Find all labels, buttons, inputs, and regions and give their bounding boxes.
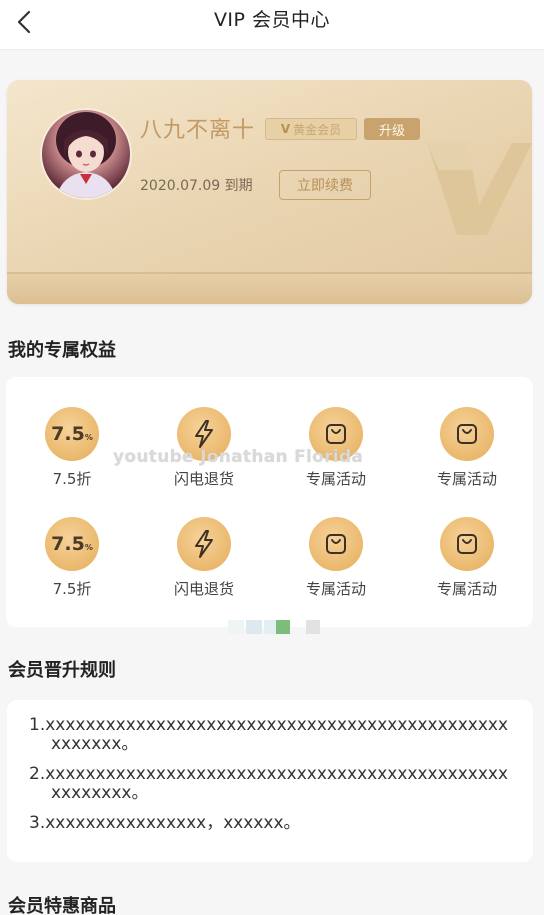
rule-item: 2.xxxxxxxxxxxxxxxxxxxxxxxxxxxxxxxxxxxxxx… — [29, 764, 509, 803]
membership-level-badge: V 黄金会员 — [265, 118, 357, 140]
discount-unit: % — [84, 543, 93, 552]
avatar[interactable] — [40, 108, 132, 200]
benefit-label: 7.5折 — [52, 580, 92, 598]
upgrade-button[interactable]: 升级 — [364, 118, 420, 140]
benefit-label: 7.5折 — [52, 470, 92, 488]
discount-value: 7.5 — [51, 423, 85, 445]
benefit-item-discount[interactable]: 7.5% 7.5折 — [22, 407, 122, 497]
products-section-title: 会员特惠商品 — [8, 896, 116, 915]
avatar-illustration-icon — [56, 112, 116, 198]
benefit-label: 闪电退货 — [173, 580, 234, 598]
lightning-icon — [177, 517, 231, 571]
benefit-label: 专属活动 — [436, 580, 497, 598]
benefit-label: 专属活动 — [436, 470, 497, 488]
benefit-label: 闪电退货 — [173, 470, 234, 488]
rules-card: 1.xxxxxxxxxxxxxxxxxxxxxxxxxxxxxxxxxxxxxx… — [7, 700, 533, 862]
v-badge-icon: V — [280, 122, 291, 136]
vip-v-watermark-icon — [427, 143, 532, 235]
back-arrow-icon — [17, 10, 31, 34]
shopping-bag-icon — [440, 517, 494, 571]
benefits-card: 7.5% 7.5折 闪电退货 专属活动 专属活动 7.5% 7.5折 闪电退货 — [6, 377, 533, 627]
vip-membership-card: 八九不离十 V 黄金会员 升级 2020.07.09 到期 立即续费 — [7, 80, 532, 304]
benefit-item-fast-return[interactable]: 闪电退货 — [154, 517, 254, 607]
membership-level-label: 黄金会员 — [293, 122, 342, 137]
card-footer-strip — [7, 274, 532, 304]
rule-item: 3.xxxxxxxxxxxxxxxx，xxxxxx。 — [29, 813, 301, 833]
discount-unit: % — [84, 433, 93, 442]
shopping-bag-icon — [440, 407, 494, 461]
benefit-item-fast-return[interactable]: 闪电退货 — [154, 407, 254, 497]
benefit-label: 专属活动 — [305, 470, 366, 488]
shopping-bag-icon — [309, 407, 363, 461]
lightning-icon — [177, 407, 231, 461]
username: 八九不离十 — [140, 118, 256, 143]
renew-button[interactable]: 立即续费 — [279, 170, 371, 200]
benefit-item-exclusive-activity[interactable]: 专属活动 — [417, 407, 517, 497]
top-nav-bar: VIP 会员中心 — [0, 0, 544, 50]
benefit-label: 专属活动 — [305, 580, 366, 598]
back-button[interactable] — [6, 4, 42, 40]
benefit-item-exclusive-activity[interactable]: 专属活动 — [417, 517, 517, 607]
expire-date: 2020.07.09 到期 — [140, 178, 253, 194]
benefit-item-exclusive-activity[interactable]: 专属活动 — [286, 407, 386, 497]
discount-75-icon: 7.5% — [45, 517, 99, 571]
page-title: VIP 会员中心 — [213, 9, 331, 31]
benefits-section-title: 我的专属权益 — [8, 340, 116, 361]
shopping-bag-icon — [309, 517, 363, 571]
discount-value: 7.5 — [51, 533, 85, 555]
benefit-item-discount[interactable]: 7.5% 7.5折 — [22, 517, 122, 607]
benefit-item-exclusive-activity[interactable]: 专属活动 — [286, 517, 386, 607]
discount-75-icon: 7.5% — [45, 407, 99, 461]
rules-section-title: 会员晋升规则 — [8, 660, 116, 681]
rule-item: 1.xxxxxxxxxxxxxxxxxxxxxxxxxxxxxxxxxxxxxx… — [29, 715, 509, 754]
